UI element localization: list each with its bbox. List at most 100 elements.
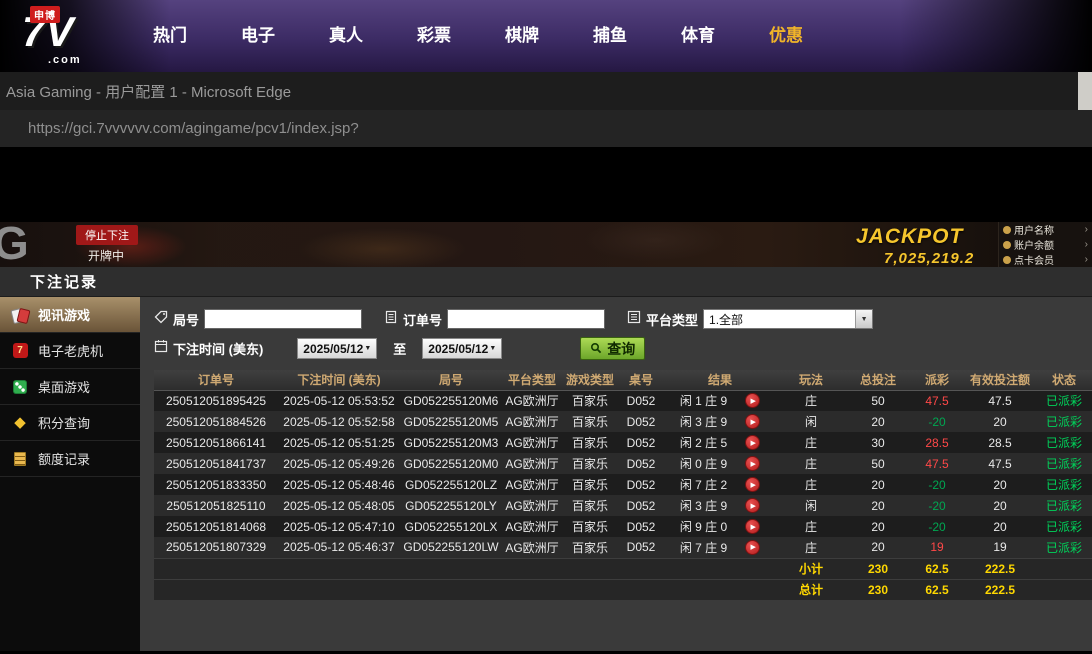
browser-urlbar[interactable]: https://gci.7vvvvvv.com/agingame/pcv1/in… (0, 110, 1092, 150)
table-row: 2505120518954252025-05-12 05:53:52GD0522… (154, 390, 1092, 411)
logo-suffix: .com (48, 54, 82, 66)
play-video-button[interactable]: ▶ (745, 477, 760, 492)
table-row: 2505120518661412025-05-12 05:51:25GD0522… (154, 432, 1092, 453)
play-video-button[interactable]: ▶ (745, 393, 760, 408)
time-cell: 2025-05-12 05:48:05 (278, 495, 400, 516)
valid-bet-cell: 20 (964, 411, 1036, 432)
bet-cell: 30 (846, 432, 910, 453)
status-cell: 已派彩 (1036, 390, 1092, 411)
table-row: 2505120518251102025-05-12 05:48:05GD0522… (154, 495, 1092, 516)
bet-time-label: 下注时间 (美东) (173, 339, 263, 358)
panel-header: 下注记录 (0, 267, 1092, 297)
result-text: 闲 3 庄 9 (680, 497, 727, 514)
nav-item-电子[interactable]: 电子 (214, 0, 302, 72)
status-cell: 已派彩 (1036, 432, 1092, 453)
result-wrap: 闲 9 庄 0▶ (664, 518, 776, 535)
user-info-icon (1003, 226, 1011, 234)
valid-bet-cell: 47.5 (964, 453, 1036, 474)
nav-item-彩票[interactable]: 彩票 (390, 0, 478, 72)
site-logo[interactable]: 申博 7V .com (0, 0, 112, 72)
order-cell: 250512051833350 (154, 474, 278, 495)
nav-item-真人[interactable]: 真人 (302, 0, 390, 72)
platform-select[interactable]: 1.全部 ▼ (703, 309, 873, 329)
doc-icon (10, 450, 30, 468)
dropdown-arrow-icon: ▼ (364, 345, 371, 352)
game-cell: 百家乐 (562, 453, 618, 474)
url-text[interactable]: https://gci.7vvvvvv.com/agingame/pcv1/in… (28, 120, 359, 137)
payout-cell: 47.5 (910, 390, 964, 411)
date-from-select[interactable]: 2025/05/12 ▼ (297, 338, 377, 359)
sidebar-item-额度记录[interactable]: 额度记录 (0, 441, 140, 477)
column-header: 有效投注额 (964, 370, 1036, 390)
nav-item-优惠[interactable]: 优惠 (742, 0, 830, 72)
order-filter-group: 订单号 (384, 309, 605, 329)
sidebar-item-label: 视讯游戏 (38, 305, 90, 324)
nav-item-捕鱼[interactable]: 捕鱼 (566, 0, 654, 72)
play-video-button[interactable]: ▶ (745, 414, 760, 429)
result-text: 闲 1 庄 9 (680, 392, 727, 409)
round-cell: GD052255120M3 (400, 432, 502, 453)
payout-cell: -20 (910, 411, 964, 432)
total-row-payout: 62.5 (910, 579, 964, 600)
subtotal-row-valid: 222.5 (964, 558, 1036, 579)
play-video-button[interactable]: ▶ (745, 498, 760, 513)
bet-records-panel: 下注记录 视讯游戏 7电子老虎机桌面游戏◆积分查询额度记录 局号 (0, 267, 1092, 651)
search-button-label: 查询 (607, 339, 635, 359)
chevron-right-icon: › (1085, 239, 1088, 250)
sidebar-item-label: 积分查询 (38, 413, 90, 432)
result-cell: 闲 3 庄 9▶ (664, 411, 776, 432)
status-cell: 已派彩 (1036, 453, 1092, 474)
dropdown-arrow-icon: ▼ (489, 345, 496, 352)
sidebar-item-label: 额度记录 (38, 449, 90, 468)
nav-item-棋牌[interactable]: 棋牌 (478, 0, 566, 72)
bet-cell: 20 (846, 474, 910, 495)
sidebar-item-积分查询[interactable]: ◆积分查询 (0, 405, 140, 441)
round-label: 局号 (173, 310, 199, 329)
play-video-button[interactable]: ▶ (745, 435, 760, 450)
nav-item-体育[interactable]: 体育 (654, 0, 742, 72)
status-cell: 已派彩 (1036, 516, 1092, 537)
bet-cell: 50 (846, 390, 910, 411)
bet-cell: 20 (846, 411, 910, 432)
result-text: 闲 7 庄 9 (680, 539, 727, 556)
sidebar-item-桌面游戏[interactable]: 桌面游戏 (0, 369, 140, 405)
stop-betting-badge: 停止下注 (76, 225, 138, 245)
user-info-row[interactable]: 用户名称› (999, 222, 1092, 237)
round-cell: GD052255120M0 (400, 453, 502, 474)
nav-item-热门[interactable]: 热门 (126, 0, 214, 72)
sidebar-item-电子老虎机[interactable]: 7电子老虎机 (0, 333, 140, 369)
play-video-button[interactable]: ▶ (745, 456, 760, 471)
user-info-panel: 用户名称›账户余额›点卡会员› (998, 222, 1092, 267)
list-icon (627, 310, 641, 329)
round-input[interactable] (204, 309, 362, 329)
user-info-row[interactable]: 账户余额› (999, 237, 1092, 252)
result-wrap: 闲 7 庄 9 ▶ (664, 539, 776, 556)
window-control-area[interactable] (1078, 72, 1092, 110)
time-cell: 2025-05-12 05:52:58 (278, 411, 400, 432)
bet-table: 订单号下注时间 (美东)局号平台类型游戏类型桌号结果玩法总投注派彩有效投注额状态… (154, 370, 1092, 600)
search-button[interactable]: 查询 (580, 337, 645, 360)
dropdown-arrow-icon: ▼ (855, 310, 872, 328)
order-input[interactable] (447, 309, 605, 329)
search-icon (590, 341, 602, 357)
table-cell: D052 (618, 474, 664, 495)
round-filter-group: 局号 (154, 309, 362, 329)
nav-menu: 热门电子真人彩票棋牌捕鱼体育优惠 (126, 0, 830, 72)
order-cell: 250512051895425 (154, 390, 278, 411)
platform-cell: AG欧洲厅 (502, 453, 562, 474)
play-video-button[interactable]: ▶ (745, 519, 760, 534)
user-info-row[interactable]: 点卡会员› (999, 252, 1092, 267)
column-header: 总投注 (846, 370, 910, 390)
date-to-select[interactable]: 2025/05/12 ▼ (422, 338, 502, 359)
calendar-icon (154, 339, 168, 358)
play-video-button[interactable]: ▶ (745, 540, 760, 555)
total-row-bet: 230 (846, 579, 910, 600)
platform-label: 平台类型 (646, 310, 698, 329)
table-cell: D052 (618, 516, 664, 537)
logo-badge: 申博 (30, 6, 60, 23)
column-header: 游戏类型 (562, 370, 618, 390)
table-cell: D052 (618, 432, 664, 453)
sidebar-item-视讯游戏[interactable]: 视讯游戏 (0, 297, 140, 333)
bet-cell: 20 (846, 537, 910, 558)
valid-bet-cell: 20 (964, 495, 1036, 516)
